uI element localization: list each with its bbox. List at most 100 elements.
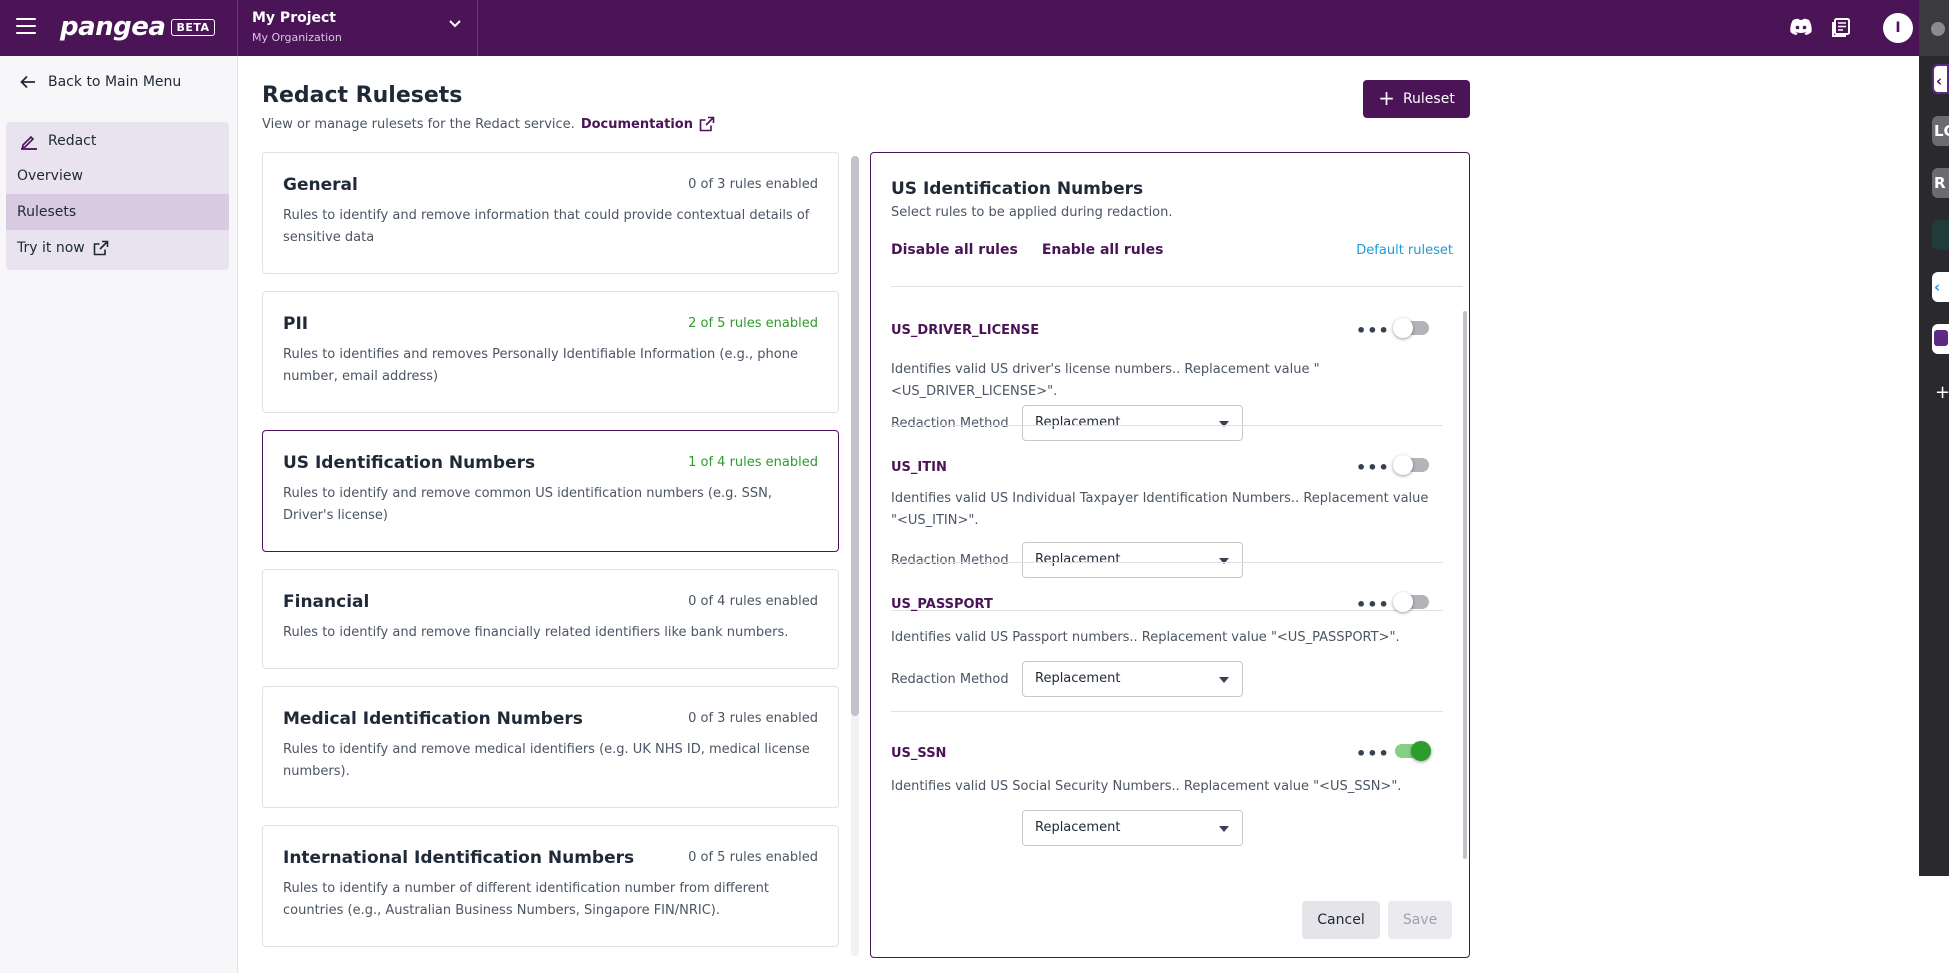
rules-scrollbar[interactable] <box>1463 311 1467 859</box>
divider <box>891 711 1443 712</box>
rule-toggle[interactable] <box>1393 455 1429 475</box>
scrollbar-thumb[interactable] <box>851 156 859 716</box>
rule-description: Identifies valid US Passport numbers.. R… <box>891 630 1400 645</box>
select-value: Replacement <box>1035 671 1121 686</box>
save-button[interactable]: Save <box>1388 901 1452 939</box>
app-tile-icon[interactable] <box>1932 324 1949 354</box>
detail-title: US Identification Numbers <box>891 179 1144 199</box>
rule-toggle[interactable] <box>1395 741 1431 761</box>
app-tile-icon[interactable]: LC <box>1932 116 1949 146</box>
redaction-method-label: Redaction Method <box>891 672 1009 687</box>
sidebar-service-group: Redact Overview Rulesets Try it now <box>6 122 229 270</box>
app-tile-icon[interactable] <box>1932 220 1949 250</box>
redaction-method-select[interactable]: Replacement <box>1022 661 1243 697</box>
rule-description: Identifies valid US Individual Taxpayer … <box>891 491 1429 528</box>
rules-list: US_DRIVER_LICENSE ••• Identifies valid U… <box>891 288 1443 878</box>
app-tile-icon[interactable]: R <box>1932 168 1949 198</box>
ruleset-card-international-identification-numbers[interactable]: International Identification Numbers 0 o… <box>262 825 839 947</box>
ruleset-list-scrollbar[interactable] <box>851 156 859 956</box>
ruleset-count: 0 of 3 rules enabled <box>688 177 818 192</box>
ruleset-description: Rules to identify and remove financially… <box>283 625 789 640</box>
project-name: My Project <box>252 10 336 26</box>
ruleset-description: Rules to identify and remove information… <box>283 208 810 245</box>
back-link-label: Back to Main Menu <box>48 74 182 90</box>
rule-name: US_DRIVER_LICENSE <box>891 323 1040 338</box>
app-tile-icon[interactable]: ‹ <box>1932 64 1949 94</box>
page-title: Redact Rulesets <box>262 83 463 108</box>
ruleset-card-general[interactable]: General 0 of 3 rules enabled Rules to id… <box>262 152 839 274</box>
sidebar-item-rulesets[interactable]: Rulesets <box>6 194 229 230</box>
external-link-icon <box>93 240 109 256</box>
page-subtitle-text: View or manage rulesets for the Redact s… <box>262 116 575 132</box>
ruleset-count: 0 of 4 rules enabled <box>688 594 818 609</box>
sidebar-item-label: Try it now <box>17 240 85 256</box>
rule-name: US_SSN <box>891 746 947 761</box>
ruleset-card-pii[interactable]: PII 2 of 5 rules enabled Rules to identi… <box>262 291 839 413</box>
redaction-method-select[interactable]: Replacement <box>1022 405 1243 441</box>
ruleset-description: Rules to identify and remove medical ide… <box>283 742 810 779</box>
pangea-logo[interactable]: pangea BETA <box>60 12 215 42</box>
bulk-actions: Disable all rules Enable all rules <box>891 242 1163 258</box>
more-options-icon[interactable]: ••• <box>1356 458 1390 477</box>
sidebar-item-overview[interactable]: Overview <box>6 158 229 194</box>
sidebar-item-label: Overview <box>17 168 83 184</box>
add-ruleset-button[interactable]: + Ruleset <box>1363 80 1470 118</box>
ruleset-description: Rules to identify a number of different … <box>283 881 769 918</box>
rule-toggle[interactable] <box>1393 318 1429 338</box>
ruleset-list: General 0 of 3 rules enabled Rules to id… <box>262 152 840 958</box>
redaction-method-select[interactable]: Replacement <box>1022 810 1243 846</box>
rule-toggle[interactable] <box>1393 592 1429 612</box>
rule-description: Identifies valid US Social Security Numb… <box>891 779 1402 794</box>
project-selector[interactable]: My Project My Organization <box>237 0 478 56</box>
disable-all-rules-button[interactable]: Disable all rules <box>891 242 1018 258</box>
documentation-link[interactable]: Documentation <box>581 117 693 132</box>
user-avatar[interactable]: I <box>1883 13 1913 43</box>
redaction-method-label: Redaction Method <box>891 553 1009 568</box>
top-bar: pangea BETA My Project My Organization I <box>0 0 1949 56</box>
select-value: Replacement <box>1035 820 1121 835</box>
documentation-icon[interactable] <box>1831 18 1851 38</box>
default-ruleset-link[interactable]: Default ruleset <box>1356 243 1453 258</box>
ruleset-card-us-identification-numbers[interactable]: US Identification Numbers 1 of 4 rules e… <box>262 430 839 552</box>
plus-icon[interactable]: + <box>1935 382 1949 403</box>
edge-tile-label: LC <box>1934 122 1949 140</box>
logo-wordmark: pangea <box>60 12 166 42</box>
ruleset-count: 0 of 5 rules enabled <box>688 850 818 865</box>
detail-subtitle: Select rules to be applied during redact… <box>891 205 1173 220</box>
ruleset-card-medical-identification-numbers[interactable]: Medical Identification Numbers 0 of 3 ru… <box>262 686 839 808</box>
select-value: Replacement <box>1035 415 1121 430</box>
cancel-button[interactable]: Cancel <box>1302 901 1380 939</box>
back-to-main-menu-link[interactable]: Back to Main Menu <box>20 74 181 90</box>
hamburger-menu-icon[interactable] <box>16 18 36 34</box>
beta-badge: BETA <box>171 18 215 36</box>
edge-tile-label: R <box>1934 174 1946 192</box>
sidebar-item-try-it-now[interactable]: Try it now <box>6 230 229 266</box>
rule-name: US_PASSPORT <box>891 597 993 612</box>
external-link-icon[interactable] <box>699 116 715 132</box>
pencil-icon <box>21 135 37 150</box>
redaction-method-select[interactable]: Replacement <box>1022 542 1243 578</box>
ruleset-description: Rules to identify and remove common US i… <box>283 486 772 523</box>
ruleset-count: 0 of 3 rules enabled <box>688 711 818 726</box>
browser-edge-top <box>1919 0 1949 56</box>
app-tile-icon[interactable]: ‹ <box>1932 272 1949 302</box>
more-options-icon[interactable]: ••• <box>1356 744 1390 763</box>
more-options-icon[interactable]: ••• <box>1356 595 1390 614</box>
enable-all-rules-button[interactable]: Enable all rules <box>1042 242 1164 258</box>
chevron-down-icon <box>449 20 461 28</box>
arrow-left-icon <box>20 75 35 89</box>
divider <box>891 425 1443 426</box>
sidebar: Back to Main Menu Redact Overview Rulese… <box>0 56 238 973</box>
ruleset-card-financial[interactable]: Financial 0 of 4 rules enabled Rules to … <box>262 569 839 669</box>
add-ruleset-label: Ruleset <box>1402 91 1455 107</box>
sidebar-item-label: Rulesets <box>17 204 77 220</box>
sidebar-service-label: Redact <box>48 133 97 149</box>
more-options-icon[interactable]: ••• <box>1356 321 1390 340</box>
organization-name: My Organization <box>252 31 342 44</box>
caret-down-icon <box>1219 421 1229 427</box>
sidebar-service-header: Redact <box>6 122 229 158</box>
divider <box>891 562 1443 563</box>
discord-icon[interactable] <box>1789 18 1813 36</box>
ruleset-detail-panel: US Identification Numbers Select rules t… <box>870 152 1470 958</box>
ruleset-count: 2 of 5 rules enabled <box>688 316 818 331</box>
